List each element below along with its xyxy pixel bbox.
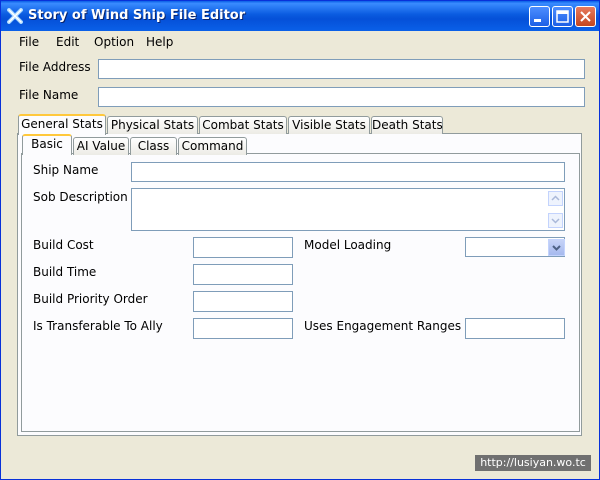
app-icon — [7, 8, 23, 24]
menu-file[interactable]: File — [19, 35, 39, 49]
tab-death-stats[interactable]: Death Stats — [371, 116, 443, 134]
uses-engagement-ranges-label: Uses Engagement Ranges — [304, 319, 462, 333]
menu-bar: File Edit Option Help — [1, 31, 599, 53]
sob-description-textarea[interactable] — [131, 188, 565, 231]
menu-edit[interactable]: Edit — [56, 35, 79, 49]
build-priority-order-input[interactable] — [193, 291, 293, 312]
maximize-button[interactable] — [552, 6, 573, 27]
file-address-label: File Address — [19, 60, 91, 74]
scroll-up-icon — [551, 195, 560, 201]
model-loading-label: Model Loading — [304, 238, 392, 252]
minimize-icon — [534, 19, 541, 22]
scroll-up-button[interactable] — [548, 191, 563, 206]
ship-name-label: Ship Name — [33, 163, 99, 177]
maximize-icon — [556, 10, 569, 23]
ship-name-input[interactable] — [131, 162, 565, 182]
chevron-down-icon — [552, 245, 561, 251]
tab-ai-value[interactable]: AI Value — [73, 137, 129, 155]
build-cost-input[interactable] — [193, 237, 293, 258]
tab-command[interactable]: Command — [178, 137, 247, 155]
build-priority-order-label: Build Priority Order — [33, 292, 148, 306]
file-name-label: File Name — [19, 88, 79, 102]
file-address-input[interactable] — [98, 59, 585, 79]
uses-engagement-ranges-input[interactable] — [465, 318, 565, 339]
main-window: Story of Wind Ship File Editor File Edit… — [0, 0, 600, 480]
build-cost-label: Build Cost — [33, 238, 94, 252]
scroll-down-icon — [551, 218, 560, 224]
menu-option[interactable]: Option — [94, 35, 134, 49]
title-bar[interactable]: Story of Wind Ship File Editor — [1, 1, 599, 31]
tab-combat-stats[interactable]: Combat Stats — [199, 116, 287, 134]
tab-visible-stats[interactable]: Visible Stats — [288, 116, 370, 134]
tab-general-stats[interactable]: General Stats — [18, 114, 106, 135]
file-name-input[interactable] — [98, 87, 585, 107]
tab-physical-stats[interactable]: Physical Stats — [107, 116, 198, 134]
scroll-down-button[interactable] — [548, 213, 563, 228]
close-button[interactable] — [575, 6, 596, 27]
sob-description-label: Sob Description — [33, 190, 128, 204]
build-time-input[interactable] — [193, 264, 293, 285]
watermark-url: http://lusiyan.wo.tc — [475, 455, 591, 471]
tab-basic[interactable]: Basic — [22, 134, 72, 155]
build-time-label: Build Time — [33, 265, 97, 279]
is-transferable-label: Is Transferable To Ally — [33, 319, 163, 333]
close-icon — [580, 11, 591, 22]
model-loading-select[interactable] — [465, 237, 565, 257]
tab-class[interactable]: Class — [130, 137, 177, 155]
menu-help[interactable]: Help — [146, 35, 173, 49]
model-loading-dropdown-button[interactable] — [548, 239, 565, 256]
minimize-button[interactable] — [529, 6, 550, 27]
is-transferable-input[interactable] — [193, 318, 293, 339]
window-title: Story of Wind Ship File Editor — [28, 8, 246, 23]
